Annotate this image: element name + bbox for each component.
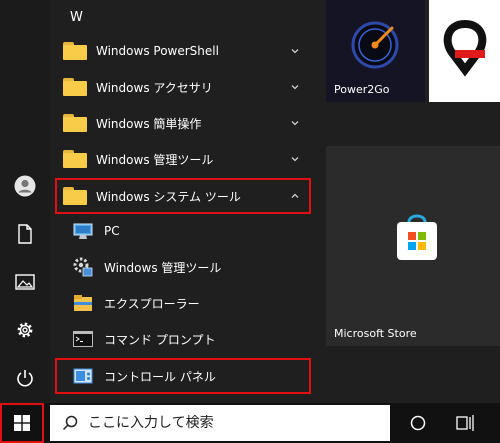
folder-icon bbox=[63, 150, 87, 168]
app-windows-admin-tools[interactable]: Windows 管理ツール bbox=[50, 249, 320, 285]
folder-label: Windows 管理ツール bbox=[96, 152, 214, 167]
power2go-icon bbox=[351, 21, 399, 69]
highlight-system-tools bbox=[55, 178, 311, 214]
start-menu-rail bbox=[0, 0, 50, 403]
app-label: コマンド プロンプト bbox=[104, 332, 216, 347]
file-explorer-icon bbox=[74, 295, 92, 311]
app-logo-icon bbox=[443, 19, 487, 77]
tile-label: Microsoft Store bbox=[334, 327, 417, 340]
microsoft-store-icon bbox=[397, 214, 437, 260]
section-letter[interactable]: W bbox=[70, 10, 83, 25]
folder-label: Windows PowerShell bbox=[96, 44, 219, 58]
cortana-circle-icon bbox=[410, 415, 426, 431]
chevron-down-icon bbox=[291, 121, 299, 126]
power-button[interactable] bbox=[0, 358, 50, 398]
highlight-start-button bbox=[0, 403, 44, 443]
user-icon bbox=[14, 175, 36, 197]
folder-icon bbox=[63, 78, 87, 96]
tile-microsoft-store[interactable]: Microsoft Store bbox=[326, 146, 500, 346]
folder-label: Windows アクセサリ bbox=[96, 80, 213, 95]
pc-icon bbox=[73, 223, 93, 239]
tile-power2go[interactable]: Power2Go bbox=[326, 0, 425, 102]
app-label: エクスプローラー bbox=[104, 296, 200, 311]
app-command-prompt[interactable]: コマンド プロンプト bbox=[50, 321, 320, 357]
tile-app[interactable] bbox=[429, 0, 500, 102]
app-file-explorer[interactable]: エクスプローラー bbox=[50, 285, 320, 321]
command-prompt-icon bbox=[73, 331, 93, 347]
search-input[interactable] bbox=[88, 415, 368, 431]
settings-button[interactable] bbox=[0, 310, 50, 350]
app-label: Windows 管理ツール bbox=[104, 260, 222, 275]
pictures-button[interactable] bbox=[0, 262, 50, 302]
search-icon bbox=[62, 415, 78, 431]
search-box[interactable] bbox=[50, 405, 390, 441]
chevron-down-icon bbox=[291, 49, 299, 54]
folder-icon bbox=[63, 42, 87, 60]
picture-icon bbox=[15, 274, 35, 290]
app-pc[interactable]: PC bbox=[50, 213, 320, 249]
folder-windows-powershell[interactable]: Windows PowerShell bbox=[50, 33, 320, 69]
folder-windows-ease-of-access[interactable]: Windows 簡単操作 bbox=[50, 105, 320, 141]
task-view-icon bbox=[456, 415, 474, 431]
admin-tools-icon bbox=[73, 257, 93, 277]
folder-windows-accessories[interactable]: Windows アクセサリ bbox=[50, 69, 320, 105]
app-list: W Windows PowerShell Windows アクセサリ Windo… bbox=[50, 0, 320, 403]
chevron-down-icon bbox=[291, 85, 299, 90]
power-icon bbox=[17, 370, 33, 387]
folder-icon bbox=[63, 114, 87, 132]
highlight-control-panel bbox=[55, 358, 311, 394]
tile-label: Power2Go bbox=[334, 83, 390, 96]
chevron-down-icon bbox=[291, 157, 299, 162]
gear-icon bbox=[17, 322, 33, 338]
documents-button[interactable] bbox=[0, 214, 50, 254]
taskbar bbox=[0, 403, 500, 443]
user-account-button[interactable] bbox=[0, 166, 50, 206]
task-view-button[interactable] bbox=[446, 403, 486, 443]
app-label: PC bbox=[104, 224, 120, 238]
document-icon bbox=[18, 224, 32, 244]
folder-label: Windows 簡単操作 bbox=[96, 116, 202, 131]
folder-windows-admin-tools[interactable]: Windows 管理ツール bbox=[50, 141, 320, 177]
cortana-button[interactable] bbox=[398, 403, 438, 443]
